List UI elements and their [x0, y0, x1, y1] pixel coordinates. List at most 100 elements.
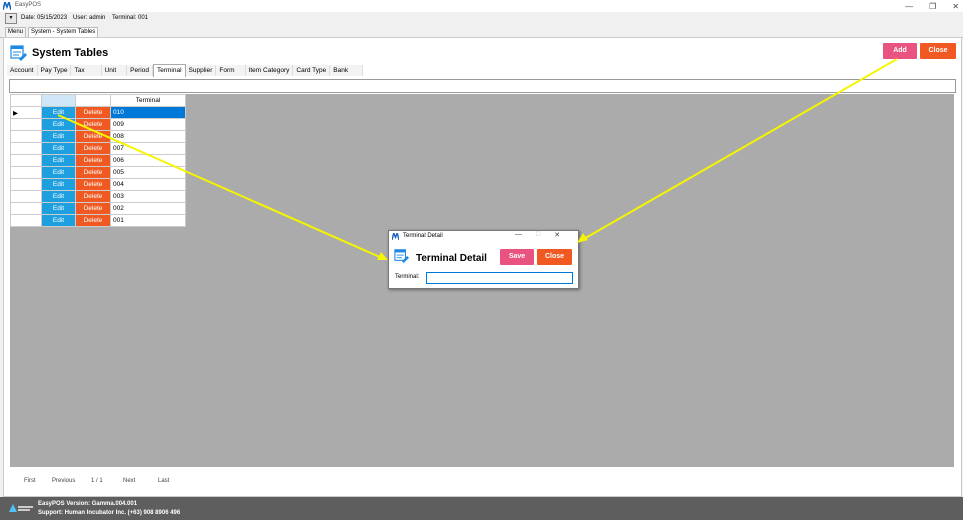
close-window-icon[interactable]: ✕ — [952, 2, 959, 11]
terminal-cell[interactable]: 007 — [110, 142, 186, 155]
easypos-logo-icon — [3, 2, 11, 10]
tab-pay-type[interactable]: Pay Type — [37, 65, 72, 76]
edit-button[interactable]: Edit — [41, 202, 76, 215]
doc-tab-menu[interactable]: Menu — [5, 27, 27, 37]
table-row[interactable]: Edit Delete 001 — [10, 214, 186, 227]
delete-button[interactable]: Delete — [75, 106, 111, 119]
row-header[interactable] — [10, 202, 42, 215]
edit-column-header — [41, 94, 76, 107]
tab-card-type[interactable]: Card Type — [293, 65, 331, 76]
table-row[interactable]: Edit Delete 002 — [10, 202, 186, 215]
terminal-label: Terminal: 001 — [112, 15, 149, 21]
terminal-cell[interactable]: 010 — [110, 106, 186, 119]
terminal-detail-icon — [394, 249, 409, 263]
dialog-logo-icon — [392, 233, 399, 240]
tab-supplier[interactable]: Supplier — [185, 65, 217, 76]
row-header[interactable] — [10, 190, 42, 203]
row-header[interactable] — [10, 142, 42, 155]
restore-icon[interactable]: ❐ — [929, 2, 936, 11]
table-row[interactable]: Edit Delete 009 — [10, 118, 186, 131]
edit-button[interactable]: Edit — [41, 118, 76, 131]
edit-button[interactable]: Edit — [41, 106, 76, 119]
edit-button[interactable]: Edit — [41, 178, 76, 191]
dialog-minimize-icon[interactable]: — — [515, 231, 522, 239]
row-header[interactable] — [10, 178, 42, 191]
tab-bank[interactable]: Bank — [330, 65, 364, 76]
table-row[interactable]: ▶ Edit Delete 010 — [10, 106, 186, 119]
terminal-cell[interactable]: 006 — [110, 154, 186, 167]
row-header[interactable] — [10, 118, 42, 131]
pager-page-indicator: 1 / 1 — [91, 478, 103, 484]
row-header[interactable]: ▶ — [10, 106, 42, 119]
version-text: EasyPOS Version: Gamma.004.001 — [38, 501, 138, 507]
tab-unit[interactable]: Unit — [101, 65, 128, 76]
date-label: Date: 05/15/2023 — [21, 15, 68, 21]
save-button[interactable]: Save — [500, 249, 534, 265]
delete-button[interactable]: Delete — [75, 130, 111, 143]
app-title: EasyPOS — [15, 2, 42, 8]
terminal-cell[interactable]: 004 — [110, 178, 186, 191]
row-header[interactable] — [10, 166, 42, 179]
table-row[interactable]: Edit Delete 007 — [10, 142, 186, 155]
menu-toggle-button[interactable]: ▼ — [5, 13, 17, 24]
edit-button[interactable]: Edit — [41, 142, 76, 155]
dialog-maximize-icon[interactable]: □ — [536, 231, 540, 239]
delete-button[interactable]: Delete — [75, 214, 111, 227]
edit-button[interactable]: Edit — [41, 154, 76, 167]
terminal-column-header[interactable]: Terminal — [110, 94, 186, 107]
pager-last[interactable]: Last — [158, 478, 169, 484]
terminal-cell[interactable]: 009 — [110, 118, 186, 131]
tab-period[interactable]: Period — [127, 65, 153, 76]
delete-button[interactable]: Delete — [75, 202, 111, 215]
tab-tax[interactable]: Tax — [71, 65, 102, 76]
table-row[interactable]: Edit Delete 005 — [10, 166, 186, 179]
delete-button[interactable]: Delete — [75, 154, 111, 167]
delete-button[interactable]: Delete — [75, 190, 111, 203]
table-tabs: Account Pay Type Tax Unit Period Termina… — [7, 64, 364, 77]
row-header[interactable] — [10, 154, 42, 167]
doc-tab-system-tables[interactable]: System - System Tables — [28, 27, 99, 37]
terminal-cell[interactable]: 001 — [110, 214, 186, 227]
table-row[interactable]: Edit Delete 008 — [10, 130, 186, 143]
delete-button[interactable]: Delete — [75, 178, 111, 191]
dialog-close-icon[interactable]: ✕ — [554, 231, 560, 239]
user-label: User: admin — [73, 15, 106, 21]
tab-account[interactable]: Account — [7, 65, 38, 76]
row-header-column — [10, 94, 42, 107]
edit-button[interactable]: Edit — [41, 190, 76, 203]
pager-next[interactable]: Next — [123, 478, 135, 484]
delete-button[interactable]: Delete — [75, 142, 111, 155]
terminal-cell[interactable]: 002 — [110, 202, 186, 215]
delete-button[interactable]: Delete — [75, 118, 111, 131]
row-header[interactable] — [10, 214, 42, 227]
dialog-heading: Terminal Detail — [416, 253, 487, 264]
search-input[interactable] — [9, 79, 956, 93]
minimize-icon[interactable]: — — [905, 2, 913, 11]
table-row[interactable]: Edit Delete 004 — [10, 178, 186, 191]
edit-button[interactable]: Edit — [41, 130, 76, 143]
terminal-input[interactable] — [426, 272, 573, 284]
pager-first[interactable]: First — [24, 478, 36, 484]
terminal-field-label: Terminal: — [395, 274, 420, 280]
dialog-window-controls: — □ ✕ — [515, 231, 560, 239]
company-logo-icon — [9, 504, 33, 512]
tab-terminal[interactable]: Terminal — [152, 64, 186, 77]
table-row[interactable]: Edit Delete 006 — [10, 154, 186, 167]
pager-previous[interactable]: Previous — [52, 478, 75, 484]
tab-item-category[interactable]: Item Category — [245, 65, 294, 76]
terminal-cell[interactable]: 003 — [110, 190, 186, 203]
edit-button[interactable]: Edit — [41, 166, 76, 179]
dialog-close-button[interactable]: Close — [537, 249, 572, 265]
title-bar — [0, 0, 963, 12]
page-title: System Tables — [32, 47, 109, 59]
edit-button[interactable]: Edit — [41, 214, 76, 227]
terminal-cell[interactable]: 005 — [110, 166, 186, 179]
close-button[interactable]: Close — [920, 43, 956, 59]
table-row[interactable]: Edit Delete 003 — [10, 190, 186, 203]
terminal-cell[interactable]: 008 — [110, 130, 186, 143]
row-header[interactable] — [10, 130, 42, 143]
tab-form[interactable]: Form — [216, 65, 246, 76]
dialog-window-title: Terminal Detail — [403, 233, 443, 239]
add-button[interactable]: Add — [883, 43, 917, 59]
delete-button[interactable]: Delete — [75, 166, 111, 179]
